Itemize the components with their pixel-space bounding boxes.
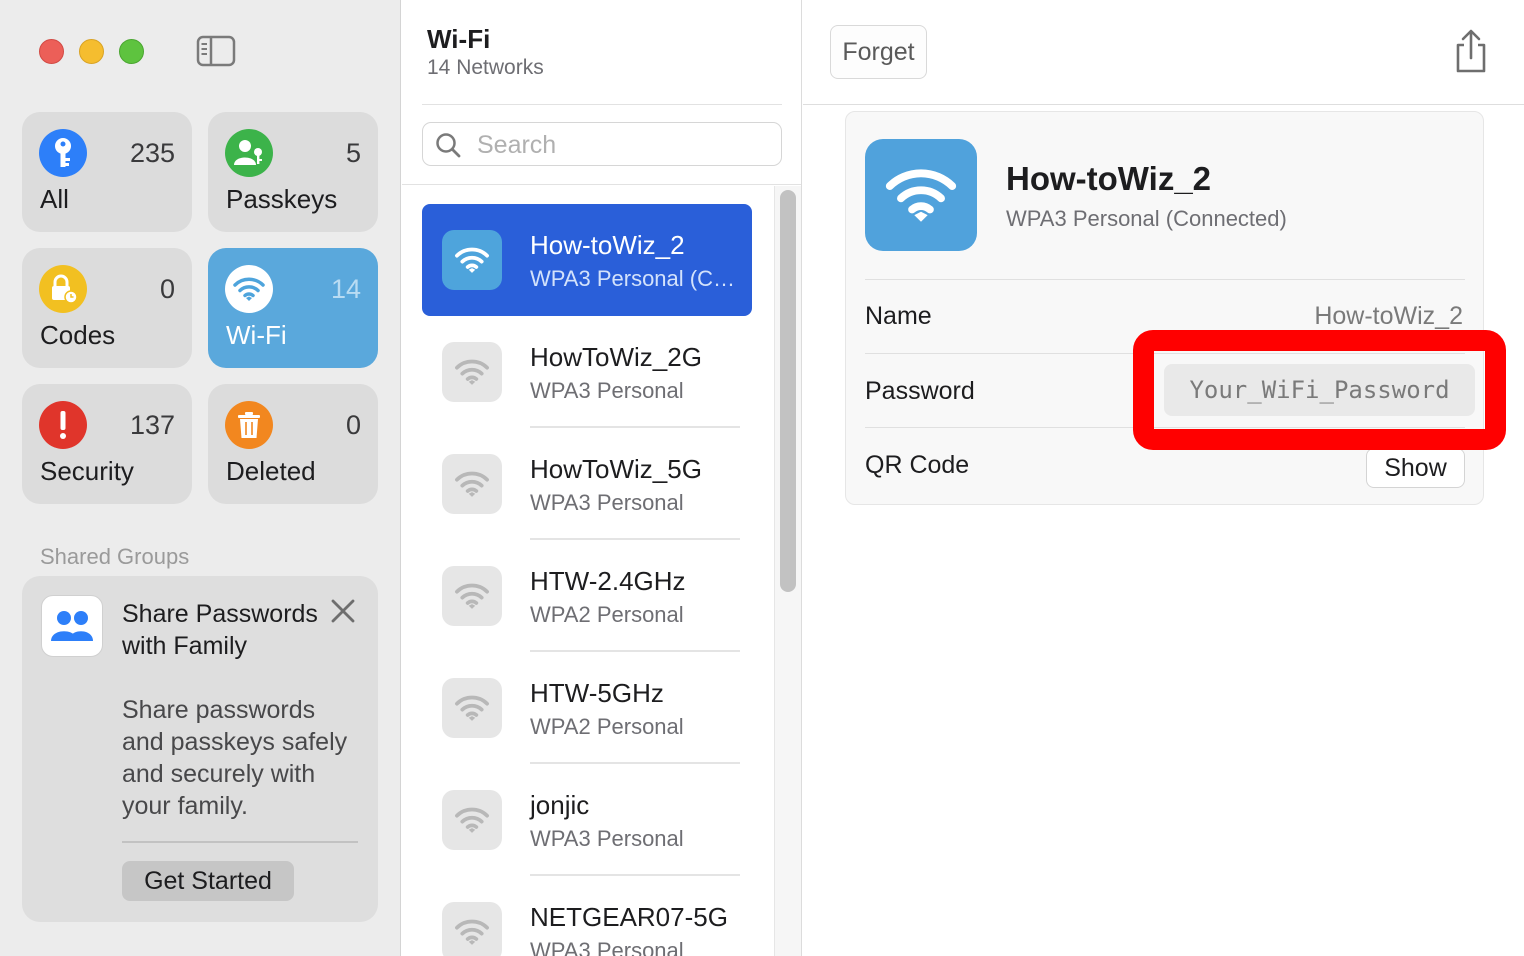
search-input[interactable]: Search bbox=[477, 131, 556, 160]
network-item-netgear07-5g[interactable]: NETGEAR07-5G WPA3 Personal bbox=[422, 876, 752, 956]
network-count: 14 Networks bbox=[427, 56, 544, 79]
tile-count: 0 bbox=[159, 274, 175, 304]
wifi-icon bbox=[442, 454, 502, 514]
sidebar-tile-all[interactable]: 235 All bbox=[22, 112, 192, 232]
tile-count: 137 bbox=[129, 410, 175, 440]
divider bbox=[865, 427, 1465, 428]
wifi-icon bbox=[442, 342, 502, 402]
network-name: HTW-2.4GHz bbox=[530, 566, 686, 596]
share-family-card: Share Passwords with Family Share passwo… bbox=[22, 576, 378, 922]
trash-icon bbox=[225, 401, 273, 449]
sidebar-tile-security[interactable]: 137 Security bbox=[22, 384, 192, 504]
network-security: WPA3 Personal bbox=[530, 378, 684, 403]
tile-count: 235 bbox=[129, 138, 175, 168]
qr-code-label: QR Code bbox=[865, 451, 970, 479]
network-name: How-toWiz_2 bbox=[530, 230, 685, 260]
network-title: How-toWiz_2 bbox=[1006, 160, 1212, 197]
wifi-icon bbox=[442, 230, 502, 290]
wifi-icon bbox=[865, 139, 977, 251]
wifi-icon bbox=[442, 566, 502, 626]
lock-clock-icon bbox=[39, 265, 87, 313]
network-status: WPA3 Personal (Connected) bbox=[1006, 206, 1287, 231]
divider bbox=[865, 279, 1465, 280]
tile-label: Wi-Fi bbox=[226, 320, 287, 350]
tile-count: 5 bbox=[345, 138, 361, 168]
network-security: WPA3 Personal bbox=[530, 490, 684, 515]
close-window-button[interactable] bbox=[39, 39, 64, 64]
network-name: jonjic bbox=[530, 790, 590, 820]
divider bbox=[865, 353, 1465, 354]
tile-label: Codes bbox=[40, 320, 116, 350]
network-detail-card: How-toWiz_2 WPA3 Personal (Connected) Na… bbox=[845, 111, 1484, 505]
network-name: HowToWiz_5G bbox=[530, 454, 702, 484]
share-card-title: Share Passwords with Family bbox=[122, 600, 318, 660]
network-name: NETGEAR07-5G bbox=[530, 902, 728, 932]
zoom-window-button[interactable] bbox=[119, 39, 144, 64]
wifi-icon bbox=[442, 790, 502, 850]
divider bbox=[402, 184, 801, 185]
sidebar: 235 All 5 Passkeys 0 Codes 14 Wi-Fi 137 … bbox=[0, 0, 401, 956]
sidebar-tile-passkeys[interactable]: 5 Passkeys bbox=[208, 112, 378, 232]
wifi-icon bbox=[442, 678, 502, 738]
password-value[interactable]: Your_WiFi_Password bbox=[1164, 364, 1475, 416]
detail-pane: Forget How-toWiz_2 WPA3 Personal (Connec… bbox=[803, 0, 1524, 956]
key-icon bbox=[39, 129, 87, 177]
network-name: HowToWiz_2G bbox=[530, 342, 702, 372]
share-card-body: Share passwords and passkeys safely and … bbox=[122, 696, 348, 820]
tile-count: 0 bbox=[345, 410, 361, 440]
sidebar-tile-wifi[interactable]: 14 Wi-Fi bbox=[208, 248, 378, 368]
network-security: WPA2 Personal bbox=[530, 714, 684, 739]
network-item-htw-2-4ghz[interactable]: HTW-2.4GHz WPA2 Personal bbox=[422, 540, 752, 652]
scrollbar-thumb[interactable] bbox=[780, 190, 796, 592]
wifi-icon bbox=[442, 902, 502, 956]
network-item-howtowiz-2g[interactable]: HowToWiz_2G WPA3 Personal bbox=[422, 316, 752, 428]
network-list-pane: Wi-Fi 14 Networks Search How-toWiz_2 WPA… bbox=[402, 0, 802, 956]
exclamation-icon bbox=[39, 401, 87, 449]
network-item-jonjic[interactable]: jonjic WPA3 Personal bbox=[422, 764, 752, 876]
tile-label: Passkeys bbox=[226, 184, 338, 214]
sidebar-tile-codes[interactable]: 0 Codes bbox=[22, 248, 192, 368]
search-icon bbox=[436, 133, 461, 158]
minimize-window-button[interactable] bbox=[79, 39, 104, 64]
network-security: WPA2 Personal bbox=[530, 602, 684, 627]
network-item-how-towiz-2[interactable]: How-toWiz_2 WPA3 Personal (Connected) bbox=[422, 204, 752, 316]
get-started-button[interactable]: Get Started bbox=[122, 861, 294, 901]
network-item-htw-5ghz[interactable]: HTW-5GHz WPA2 Personal bbox=[422, 652, 752, 764]
divider bbox=[803, 104, 1524, 105]
name-value: How-toWiz_2 bbox=[1314, 302, 1463, 330]
network-name: HTW-5GHz bbox=[530, 678, 664, 708]
tile-count: 14 bbox=[330, 274, 361, 304]
sidebar-toggle-icon[interactable] bbox=[196, 35, 236, 67]
family-group-icon bbox=[41, 595, 103, 657]
forget-button[interactable]: Forget bbox=[830, 25, 927, 79]
divider bbox=[422, 104, 782, 105]
network-security: WPA3 Personal bbox=[530, 938, 684, 956]
sidebar-tile-deleted[interactable]: 0 Deleted bbox=[208, 384, 378, 504]
name-label: Name bbox=[865, 302, 932, 330]
show-qr-button[interactable]: Show bbox=[1366, 448, 1465, 488]
shared-groups-heading: Shared Groups bbox=[40, 544, 190, 569]
search-field[interactable]: Search bbox=[422, 122, 782, 166]
person-key-icon bbox=[225, 129, 273, 177]
window-controls bbox=[39, 39, 144, 64]
tile-label: Security bbox=[40, 456, 134, 486]
tile-label: Deleted bbox=[226, 456, 316, 486]
password-label: Password bbox=[865, 377, 975, 405]
list-title: Wi-Fi bbox=[427, 24, 491, 54]
divider bbox=[122, 841, 358, 843]
network-security: WPA3 Personal bbox=[530, 826, 684, 851]
share-icon[interactable] bbox=[1451, 28, 1491, 74]
network-security: WPA3 Personal (Connected) bbox=[530, 266, 745, 291]
wifi-icon bbox=[225, 265, 273, 313]
network-item-howtowiz-5g[interactable]: HowToWiz_5G WPA3 Personal bbox=[422, 428, 752, 540]
tile-label: All bbox=[40, 184, 69, 214]
